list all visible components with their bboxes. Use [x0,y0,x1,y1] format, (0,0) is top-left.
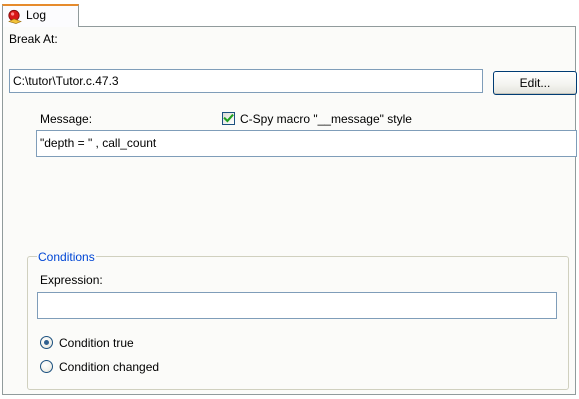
expression-label: Expression: [40,273,103,287]
conditions-legend: Conditions [37,250,96,264]
tab-log[interactable]: Log [2,4,79,27]
condition-true-radio[interactable] [40,336,53,349]
break-at-field[interactable]: C:\tutor\Tutor.c.47.3 [9,69,483,93]
checkmark-icon [223,113,234,123]
break-at-label: Break At: [9,32,58,46]
condition-changed-label[interactable]: Condition changed [59,360,159,374]
condition-true-label[interactable]: Condition true [59,336,134,350]
message-label: Message: [40,112,93,126]
expression-field[interactable] [37,292,557,319]
message-style-checkbox-label[interactable]: C-Spy macro "__message" style [240,112,412,126]
message-field[interactable]: "depth = " , call_count [36,130,577,157]
condition-changed-radio[interactable] [40,360,53,373]
edit-button[interactable]: Edit... [493,71,577,95]
tab-log-label: Log [26,8,47,22]
break-at-value: C:\tutor\Tutor.c.47.3 [13,74,119,88]
breakpoint-icon [8,9,22,24]
radio-selected-dot [44,340,49,345]
message-value: "depth = " , call_count [40,136,157,150]
message-style-checkbox[interactable] [222,112,235,125]
